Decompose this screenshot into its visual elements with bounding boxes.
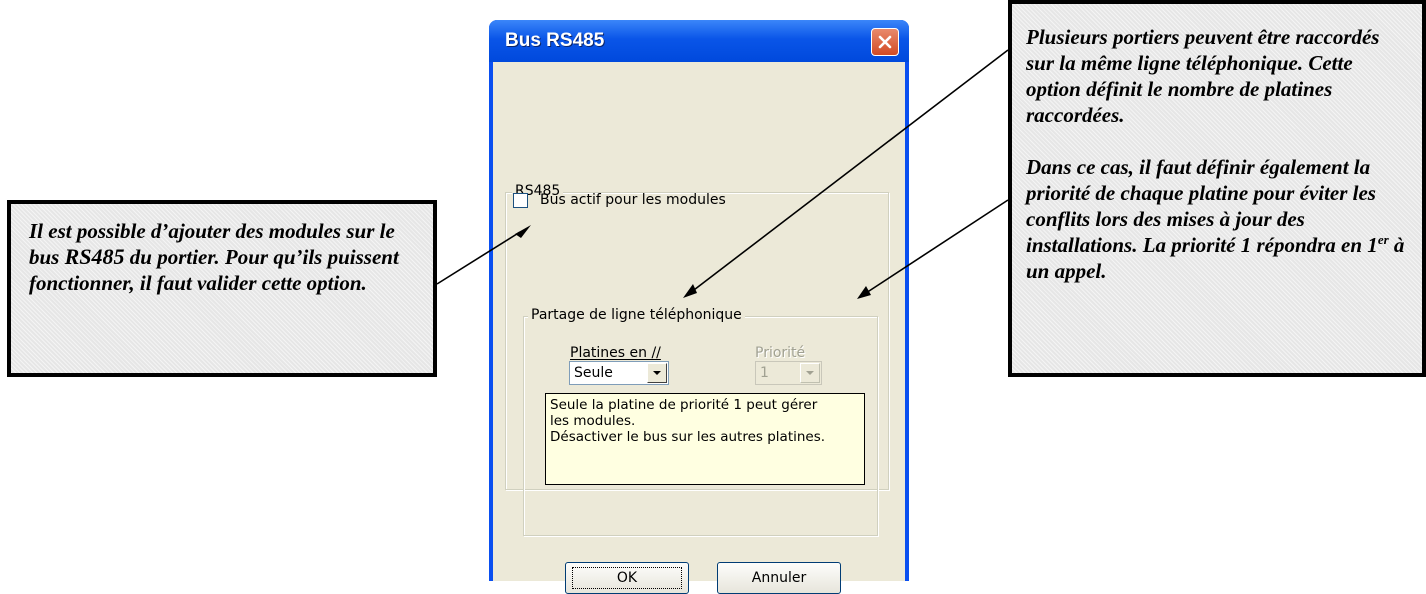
info-line: Seule la platine de priorité 1 peut gére… xyxy=(550,397,818,413)
platines-select-value: Seule xyxy=(574,365,613,381)
platines-select[interactable]: Seule xyxy=(569,361,669,385)
dialog-title: Bus RS485 xyxy=(505,30,605,51)
close-icon xyxy=(878,35,892,49)
platines-label: Platines en // xyxy=(570,345,661,361)
info-line: Désactiver le bus sur les autres platine… xyxy=(550,429,826,445)
priorite-label: Priorité xyxy=(755,345,806,361)
cancel-button-label: Annuler xyxy=(751,570,807,586)
chevron-down-icon xyxy=(653,371,661,375)
rs485-emphasis: RS485 xyxy=(64,244,125,269)
right-callout-para1: Plusieurs portiers peuvent être raccordé… xyxy=(1026,25,1380,127)
right-callout-para2: Dans ce cas, il faut définir également l… xyxy=(1026,155,1405,283)
partage-group-label: Partage de ligne téléphonique xyxy=(528,307,745,323)
priorite-select-value: 1 xyxy=(760,365,769,381)
left-callout-box: Il est possible d’ajouter des modules su… xyxy=(7,200,437,377)
info-tooltip-box: Seule la platine de priorité 1 peut gére… xyxy=(545,393,865,485)
rs485-dialog: Bus RS485 RS485 Bus actif pour les modul… xyxy=(489,20,909,594)
info-line: les modules. xyxy=(550,413,636,429)
left-callout-text: Il est possible d’ajouter des modules su… xyxy=(29,219,399,295)
bus-actif-checkbox[interactable] xyxy=(513,192,528,208)
priorite-dropdown-button xyxy=(800,363,820,383)
title-bar[interactable]: Bus RS485 xyxy=(489,20,909,62)
chevron-down-icon xyxy=(806,371,814,375)
close-button[interactable] xyxy=(871,28,899,56)
cancel-button[interactable]: Annuler xyxy=(717,562,841,594)
priorite-select: 1 xyxy=(755,361,822,385)
bus-checkbox-label[interactable]: Bus actif pour les modules xyxy=(540,192,726,208)
dialog-client-area: RS485 Bus actif pour les modules Partage… xyxy=(493,62,905,594)
bus-checkbox-row[interactable]: Bus actif pour les modules xyxy=(513,192,726,208)
ok-button-label: OK xyxy=(572,567,682,589)
platines-dropdown-button[interactable] xyxy=(647,363,667,383)
right-callout-box: Plusieurs portiers peuvent être raccordé… xyxy=(1008,0,1426,377)
ok-button[interactable]: OK xyxy=(565,562,689,594)
